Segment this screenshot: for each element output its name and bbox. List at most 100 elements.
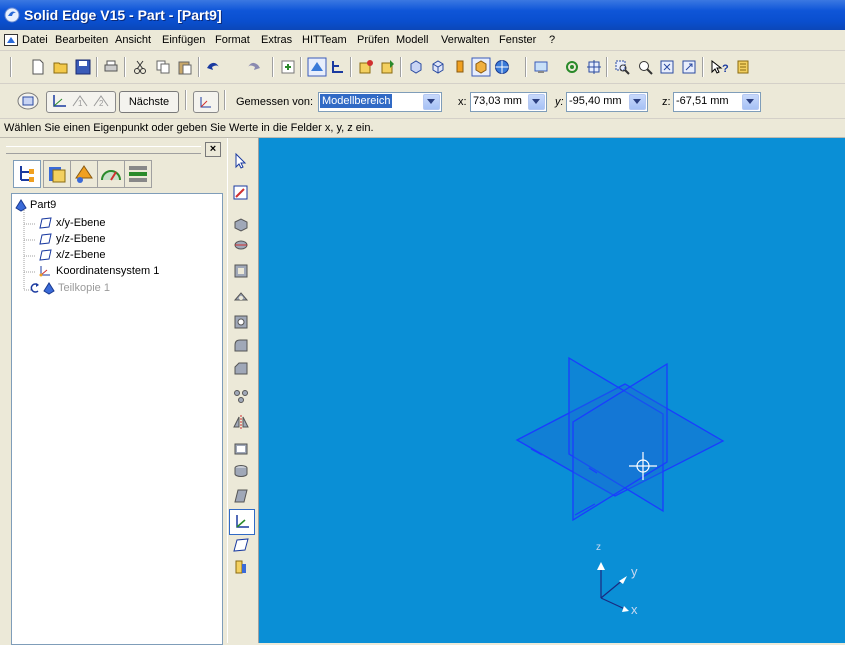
rotate-view-icon[interactable] <box>564 59 580 75</box>
coordinate-system-icon <box>39 266 50 277</box>
coordinate-system-button[interactable] <box>193 91 219 113</box>
measured-from-dropdown-arrow[interactable] <box>423 94 440 110</box>
separator <box>350 57 352 77</box>
insert-feature-icon[interactable] <box>380 59 396 75</box>
menu-hitteam[interactable]: HITTeam <box>302 34 347 46</box>
panel-grip[interactable] <box>6 146 201 154</box>
menu-fenster[interactable]: Fenster <box>499 34 536 46</box>
fit-all-icon[interactable] <box>659 59 675 75</box>
z-dropdown-arrow[interactable] <box>742 94 759 110</box>
chamfer-icon[interactable] <box>232 360 250 378</box>
new-file-icon[interactable] <box>30 59 46 75</box>
separator <box>300 57 302 77</box>
revolved-protrusion-icon[interactable] <box>232 236 250 254</box>
pan-icon[interactable] <box>681 59 697 75</box>
select-feature-icon[interactable] <box>358 59 374 75</box>
menu-format[interactable]: Format <box>215 34 250 46</box>
y-coordinate-value: -95,40 mm <box>569 95 622 107</box>
x-coordinate-value: 73,03 mm <box>473 95 522 107</box>
tree-item-label: Part9 <box>30 199 57 211</box>
ribbon-options-icon[interactable] <box>17 92 39 110</box>
menu-datei[interactable]: Datei <box>22 34 48 46</box>
hole-icon[interactable] <box>232 313 250 331</box>
z-label: z: <box>662 96 671 108</box>
cube-iso-icon[interactable] <box>430 59 446 75</box>
fit-view-icon[interactable] <box>586 59 602 75</box>
measured-from-value: Modellbereich <box>320 94 393 108</box>
revolved-cutout-icon[interactable] <box>232 288 250 306</box>
point-one-icon[interactable]: 1 <box>70 93 90 109</box>
undo-icon[interactable] <box>206 59 222 75</box>
tree-item-label: Koordinatensystem 1 <box>56 265 160 277</box>
whats-this-help-icon[interactable]: ? <box>710 59 730 75</box>
tab-family-of-parts-icon[interactable] <box>70 160 98 188</box>
tree-item-label: x/y-Ebene <box>56 217 106 229</box>
render-globe-icon[interactable] <box>494 59 510 75</box>
copy-icon[interactable] <box>155 59 171 75</box>
z-coordinate-field[interactable]: -67,51 mm <box>673 92 761 112</box>
shaded-view-icon[interactable] <box>471 57 491 77</box>
sketch-view-icon[interactable] <box>307 57 327 77</box>
menu-modell[interactable]: Modell <box>396 34 428 46</box>
y-dropdown-arrow[interactable] <box>629 94 646 110</box>
properties-icon[interactable] <box>280 59 296 75</box>
coordinate-system-icon <box>200 97 211 108</box>
menu-bearbeiten[interactable]: Bearbeiten <box>55 34 108 46</box>
display-mode-icon[interactable] <box>533 59 549 75</box>
y-coordinate-field[interactable]: -95,40 mm <box>566 92 648 112</box>
reference-plane-tool-icon[interactable] <box>232 536 250 554</box>
tree-tool-icon[interactable] <box>330 59 346 75</box>
coordinate-system-tool-icon <box>236 515 249 528</box>
svg-text:2: 2 <box>99 99 104 108</box>
cut-icon[interactable] <box>132 59 148 75</box>
menu-einfuegen[interactable]: Einfügen <box>162 34 205 46</box>
cutout-icon[interactable] <box>232 262 250 280</box>
thicken-icon[interactable] <box>232 462 250 480</box>
triad-z-label: z <box>596 542 601 553</box>
prompt-text: Wählen Sie einen Eigenpunkt oder geben S… <box>4 122 374 134</box>
select-tool-icon[interactable] <box>232 152 250 170</box>
document-icon[interactable] <box>4 34 18 46</box>
coordinate-system-tool-button[interactable] <box>229 509 255 535</box>
tab-layers-icon[interactable] <box>124 160 152 188</box>
menu-pruefen[interactable]: Prüfen <box>357 34 389 46</box>
tab-feature-pathfinder-icon[interactable] <box>13 160 41 188</box>
mirror-icon[interactable] <box>232 413 250 431</box>
point-two-icon[interactable]: 2 <box>91 93 111 109</box>
x-coordinate-field[interactable]: 73,03 mm <box>470 92 547 112</box>
part-copy-icon <box>43 282 55 295</box>
separator <box>702 57 704 77</box>
feature-tree: Part9 x/y-Ebene y/z-Ebene x/z-Ebene Koor… <box>11 193 223 645</box>
zoom-area-icon[interactable] <box>614 59 630 75</box>
axis-xy-icon[interactable] <box>49 93 69 109</box>
cube-front-icon[interactable] <box>408 59 424 75</box>
next-button[interactable]: Nächste <box>119 91 179 113</box>
tab-sensors-icon[interactable] <box>97 160 125 188</box>
save-icon[interactable] <box>75 59 91 75</box>
paint-icon[interactable] <box>452 59 468 75</box>
protrusion-icon[interactable] <box>232 216 250 234</box>
measured-from-select[interactable]: Modellbereich <box>318 92 442 112</box>
menu-help[interactable]: ? <box>549 34 555 46</box>
hitteam-icon[interactable] <box>735 59 751 75</box>
sketch-tool-icon[interactable] <box>232 184 250 202</box>
part-copy-tool-icon[interactable] <box>232 558 250 576</box>
solid-edge-app-icon[interactable] <box>4 7 20 23</box>
pattern-icon[interactable] <box>232 388 250 406</box>
menu-extras[interactable]: Extras <box>261 34 292 46</box>
round-icon[interactable] <box>232 337 250 355</box>
panel-close-button[interactable]: × <box>205 142 221 157</box>
draft-icon[interactable] <box>232 487 250 505</box>
svg-text:?: ? <box>722 63 729 75</box>
thin-wall-icon[interactable] <box>232 440 250 458</box>
tab-parts-library-icon[interactable] <box>43 160 71 188</box>
print-icon[interactable] <box>103 59 119 75</box>
open-folder-icon[interactable] <box>53 59 69 75</box>
redo-icon[interactable] <box>245 59 261 75</box>
paste-icon[interactable] <box>177 59 193 75</box>
x-dropdown-arrow[interactable] <box>528 94 545 110</box>
menu-ansicht[interactable]: Ansicht <box>115 34 151 46</box>
zoom-icon[interactable] <box>637 59 653 75</box>
graphics-viewport[interactable]: z y x <box>259 138 845 643</box>
menu-verwalten[interactable]: Verwalten <box>441 34 489 46</box>
